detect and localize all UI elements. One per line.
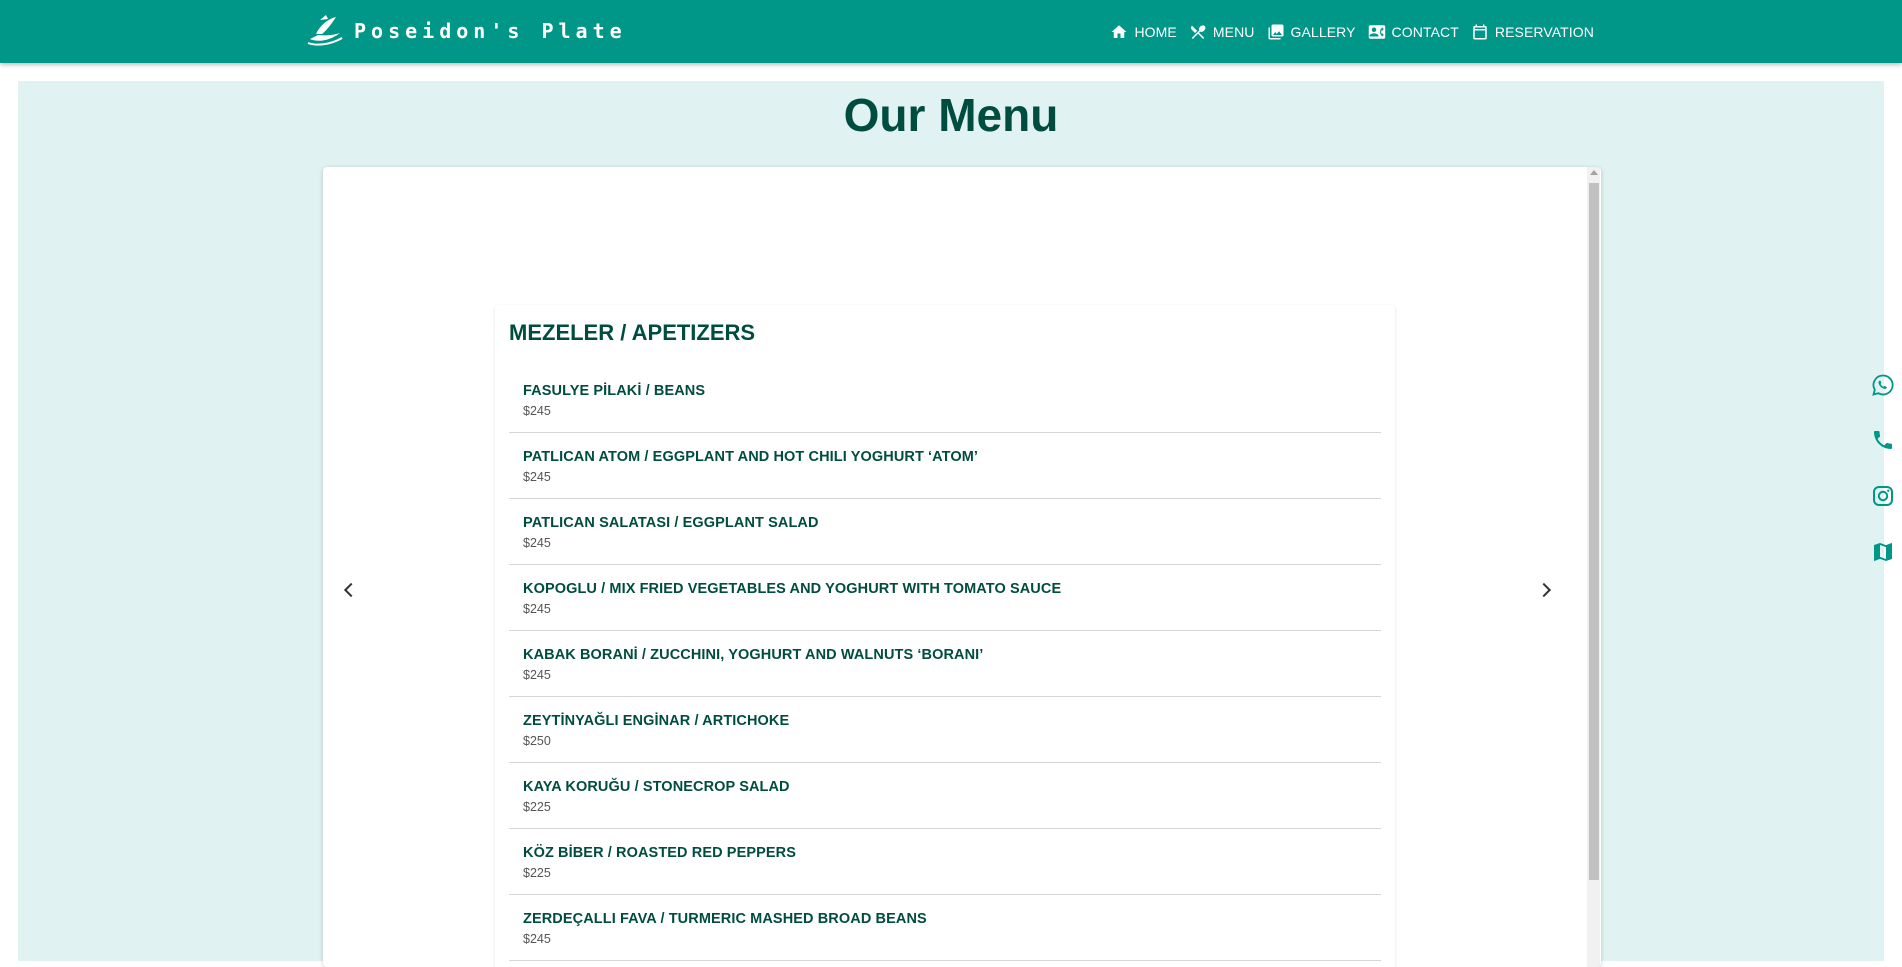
menu-item: PATLICAN SALATASI / EGGPLANT SALAD $245	[509, 499, 1381, 565]
nav-home-label: HOME	[1134, 23, 1177, 40]
nav-gallery-label: GALLERY	[1290, 23, 1356, 40]
scroll-up-arrow-icon[interactable]	[1590, 170, 1598, 175]
menu-item-name: KABAK BORANİ / ZUCCHINI, YOGHURT AND WAL…	[523, 647, 984, 663]
page-title: Our Menu	[843, 89, 1059, 141]
menu-item-price: $245	[523, 668, 551, 682]
menu-item-name: ZEYTİNYAĞLI ENGİNAR / ARTICHOKE	[523, 713, 790, 729]
menu-item-name: KAYA KORUĞU / STONECROP SALAD	[523, 779, 790, 795]
carousel-next-button[interactable]	[1533, 577, 1559, 603]
chevron-right-icon	[1542, 582, 1552, 598]
menu-item-price: $250	[523, 734, 551, 748]
chevron-left-icon	[343, 582, 353, 598]
brand-title: Poseidon's Plate	[354, 19, 627, 43]
brand-link[interactable]: Poseidon's Plate	[306, 12, 627, 50]
nav-home[interactable]: HOME	[1110, 23, 1177, 41]
menu-item: KOPOGLU / MIX FRIED VEGETABLES AND YOGHU…	[509, 565, 1381, 631]
menu-item-price: $245	[523, 602, 551, 616]
menu-item-price: $245	[523, 404, 551, 418]
menu-item: ZERDEÇALLI FAVA / TURMERIC MASHED BROAD …	[509, 895, 1381, 961]
gallery-icon	[1268, 24, 1283, 39]
menu-item-price: $245	[523, 470, 551, 484]
menu-item: KAYA KORUĞU / STONECROP SALAD $225	[509, 763, 1381, 829]
menu-item: ZEYTİNYAĞLI ENGİNAR / ARTICHOKE $250	[509, 697, 1381, 763]
contact-card-icon	[1368, 24, 1385, 39]
nav-contact[interactable]: CONTACT	[1368, 23, 1459, 41]
menu-item-name: KÖZ BİBER / ROASTED RED PEPPERS	[523, 845, 796, 861]
nav-contact-label: CONTACT	[1391, 23, 1459, 40]
phone-link[interactable]	[1870, 427, 1896, 453]
menu-item-name: KOPOGLU / MIX FRIED VEGETABLES AND YOGHU…	[523, 581, 1062, 597]
menu-item-price: $225	[523, 800, 551, 814]
whatsapp-link[interactable]	[1870, 372, 1896, 398]
map-link[interactable]	[1870, 539, 1896, 565]
nav-menu[interactable]: MENU	[1189, 23, 1255, 41]
menu-item-price: $225	[523, 866, 551, 880]
instagram-link[interactable]	[1870, 483, 1896, 509]
menu-item-name: PATLICAN ATOM / EGGPLANT AND HOT CHILI Y…	[523, 449, 979, 465]
menu-item: KABAK BORANİ / ZUCCHINI, YOGHURT AND WAL…	[509, 631, 1381, 697]
top-navbar: Poseidon's Plate HOME MENU GALLERY CONTA…	[0, 0, 1902, 63]
phone-icon	[1874, 431, 1892, 449]
category-title: MEZELER / APETIZERS	[509, 320, 756, 345]
menu-item: PATLICAN ATOM / EGGPLANT AND HOT CHILI Y…	[509, 433, 1381, 499]
menu-item-name: ZERDEÇALLI FAVA / TURMERIC MASHED BROAD …	[523, 911, 927, 927]
menu-item-price: $245	[523, 932, 551, 946]
main-nav: HOME MENU GALLERY CONTACT RESERVATION	[1110, 0, 1594, 63]
map-icon	[1874, 543, 1892, 561]
whatsapp-icon	[1872, 374, 1894, 396]
menu-item-name: FASULYE PİLAKİ / BEANS	[523, 383, 706, 399]
menu-carousel: MEZELER / APETIZERS FASULYE PİLAKİ / BEA…	[323, 167, 1601, 967]
nav-reservation[interactable]: RESERVATION	[1471, 23, 1594, 41]
ship-logo-icon	[306, 11, 344, 52]
carousel-scrollbar[interactable]	[1587, 167, 1600, 967]
nav-gallery[interactable]: GALLERY	[1267, 23, 1356, 41]
menu-category-panel: MEZELER / APETIZERS FASULYE PİLAKİ / BEA…	[495, 305, 1395, 967]
menu-item: FASULYE PİLAKİ / BEANS $245	[509, 367, 1381, 433]
instagram-icon	[1873, 486, 1893, 506]
menu-item-list: FASULYE PİLAKİ / BEANS $245 PATLICAN ATO…	[509, 367, 1381, 961]
menu-item-price: $245	[523, 536, 551, 550]
home-icon	[1111, 24, 1127, 38]
scrollbar-thumb[interactable]	[1589, 183, 1599, 880]
calendar-icon	[1473, 24, 1487, 39]
nav-reservation-label: RESERVATION	[1494, 23, 1594, 40]
nav-menu-label: MENU	[1212, 23, 1255, 40]
restaurant-icon	[1190, 24, 1206, 39]
menu-item-name: PATLICAN SALATASI / EGGPLANT SALAD	[523, 515, 819, 531]
carousel-prev-button[interactable]	[336, 577, 362, 603]
menu-section: Our Menu MEZELER / APETIZERS FASULYE PİL…	[18, 81, 1884, 967]
menu-item: KÖZ BİBER / ROASTED RED PEPPERS $225	[509, 829, 1381, 895]
